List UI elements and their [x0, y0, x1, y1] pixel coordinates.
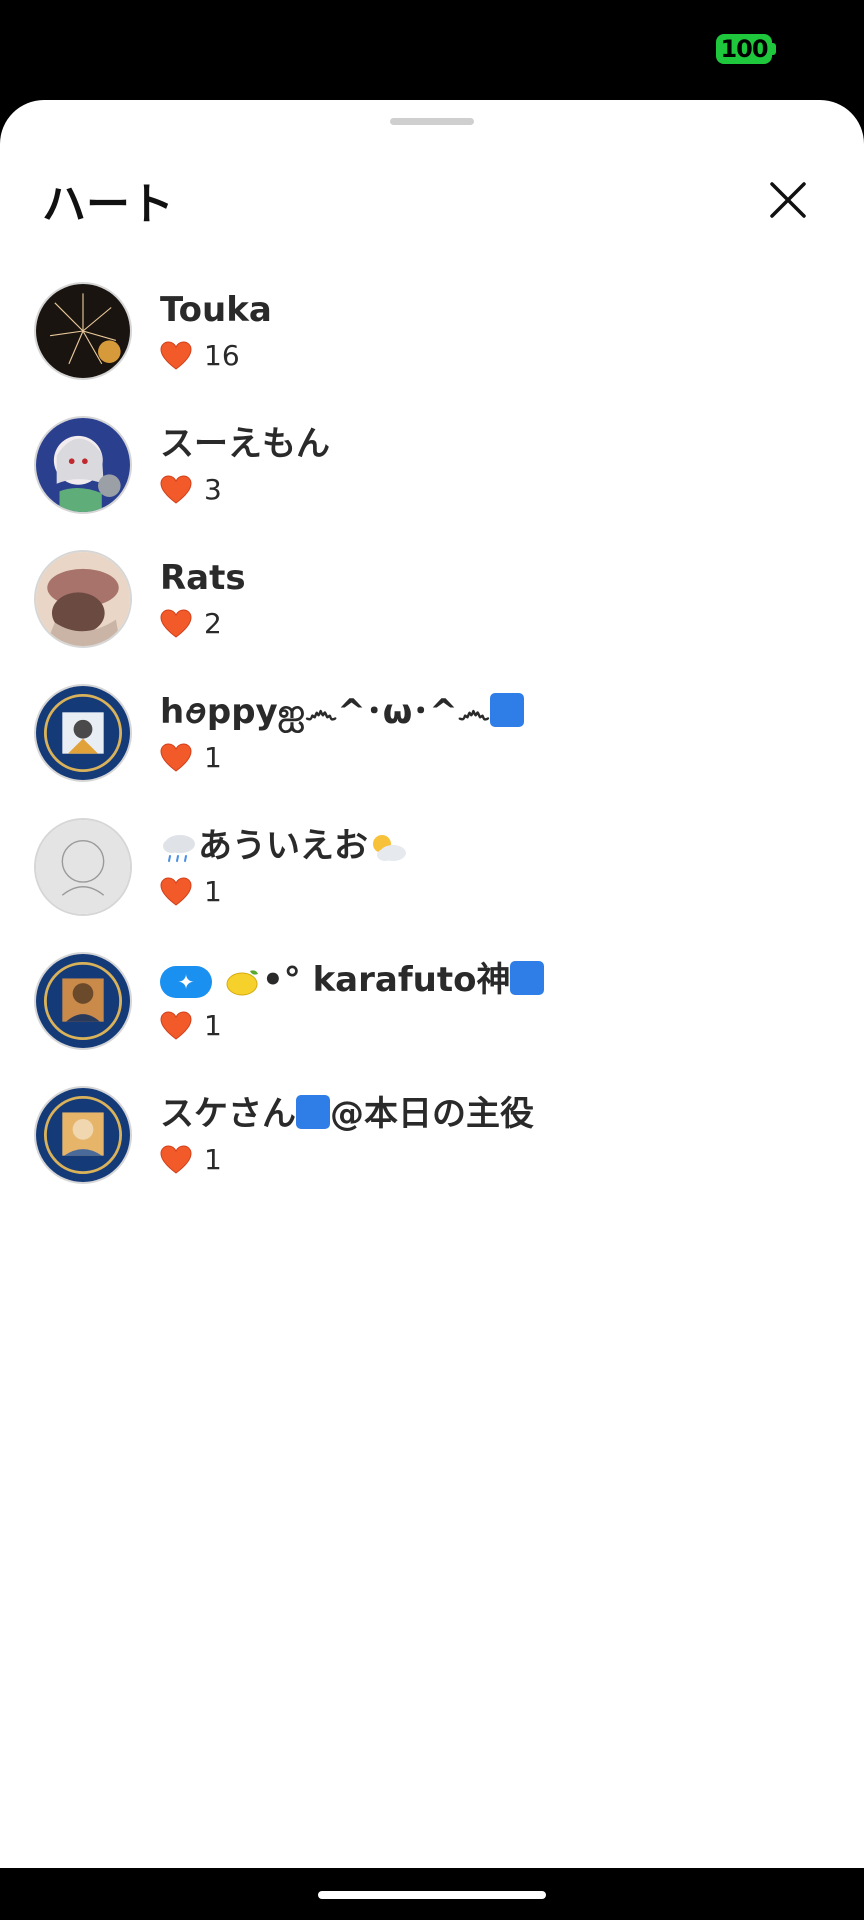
heart-count: 3 [204, 473, 222, 506]
avatar[interactable] [34, 684, 132, 782]
heart-icon [160, 877, 192, 906]
blue-square-emoji [296, 1095, 330, 1129]
user-name: スケさん @本日の主役 [160, 1094, 534, 1134]
list-item[interactable]: Touka 16 [0, 282, 864, 416]
avatar[interactable] [34, 1086, 132, 1184]
sparkle-badge: ✦ [160, 966, 212, 998]
heart-count: 1 [204, 741, 222, 774]
user-name: Touka [160, 290, 272, 330]
hearts-user-list: Touka 16 スーえもん 3 Rats 2 hꪮppyஐ෴^･ω･^෴ 1 … [0, 282, 864, 1220]
avatar[interactable] [34, 416, 132, 514]
user-name: hꪮppyஐ෴^･ω･^෴ [160, 692, 525, 732]
status-bar: 100 [0, 0, 864, 100]
user-name: Rats [160, 558, 246, 598]
home-indicator[interactable] [318, 1891, 546, 1899]
heart-count: 1 [204, 1009, 222, 1042]
heart-icon [160, 1011, 192, 1040]
list-item[interactable]: Rats 2 [0, 550, 864, 684]
blue-square-emoji [490, 693, 525, 727]
battery-indicator: 100 [716, 34, 772, 64]
lemon-emoji [226, 969, 258, 995]
heart-count: 16 [204, 339, 240, 372]
heart-count: 1 [204, 875, 222, 908]
list-item[interactable]: あういえお 1 [0, 818, 864, 952]
heart-icon [160, 1145, 192, 1174]
heart-icon [160, 743, 192, 772]
heart-icon [160, 341, 192, 370]
hearts-bottom-sheet: ハート Touka 16 スーえもん 3 Rats 2 hꪮppyஐ෴^･ω･^… [0, 100, 864, 1868]
avatar[interactable] [34, 952, 132, 1050]
user-name: スーえもん [160, 424, 330, 464]
user-name: ✦ •° karafuto神 [160, 960, 545, 1000]
avatar[interactable] [34, 818, 132, 916]
list-item[interactable]: スーえもん 3 [0, 416, 864, 550]
heart-count: 1 [204, 1143, 222, 1176]
close-button[interactable] [756, 168, 820, 232]
avatar[interactable] [34, 550, 132, 648]
close-icon [770, 182, 806, 218]
sun-behind-cloud-emoji [373, 834, 406, 861]
heart-icon [160, 609, 192, 638]
user-name: あういえお [160, 826, 408, 866]
avatar[interactable] [34, 282, 132, 380]
heart-icon [160, 475, 192, 504]
list-item[interactable]: スケさん @本日の主役 1 [0, 1086, 864, 1220]
list-item[interactable]: ✦ •° karafuto神 1 [0, 952, 864, 1086]
blue-square-emoji [510, 961, 545, 995]
sheet-title: ハート [42, 179, 174, 230]
battery-nub [772, 43, 776, 55]
heart-count: 2 [204, 607, 222, 640]
list-item[interactable]: hꪮppyஐ෴^･ω･^෴ 1 [0, 684, 864, 818]
rain-cloud-emoji [163, 834, 195, 862]
sheet-drag-handle[interactable] [390, 118, 474, 125]
